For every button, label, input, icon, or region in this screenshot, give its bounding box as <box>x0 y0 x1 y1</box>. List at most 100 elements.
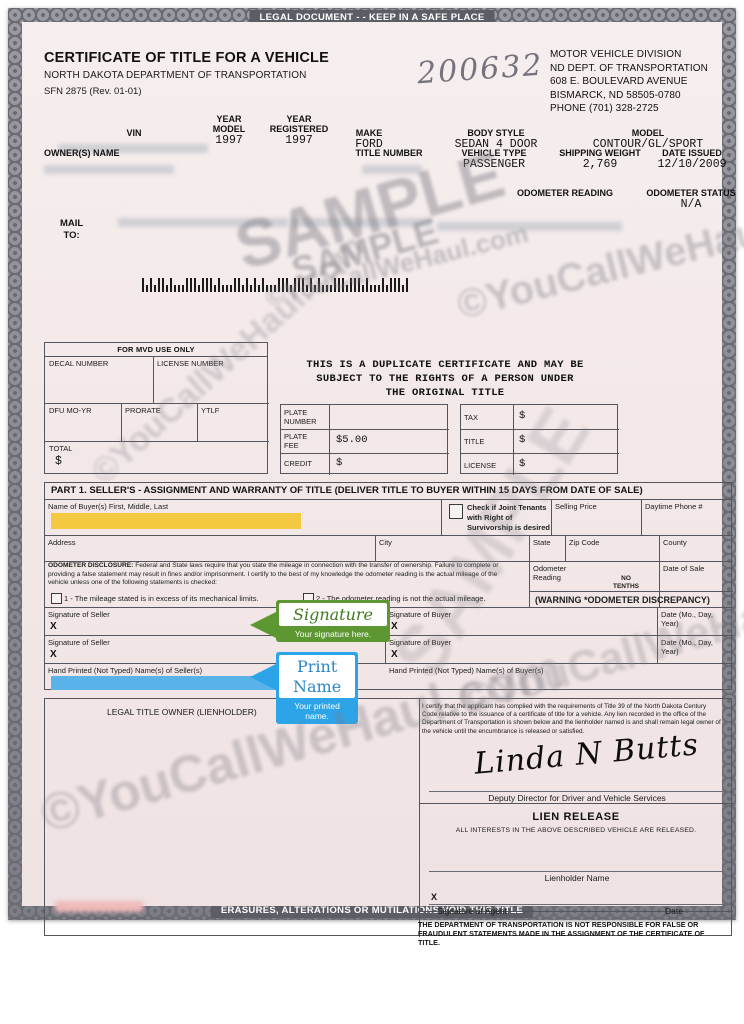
date-of-sale-label: Date of Sale <box>663 564 705 573</box>
credit-value: $ <box>336 457 343 469</box>
tax-label: TAX <box>464 413 479 422</box>
mail-to-line2: TO: <box>63 230 80 241</box>
odometer-disclosure-text: ODOMETER DISCLOSURE: Federal and State l… <box>48 562 518 588</box>
agency-line-1: MOTOR VEHICLE DIVISION <box>550 49 682 60</box>
city-label: City <box>379 538 392 547</box>
make-label: MAKE <box>355 128 383 138</box>
duplicate-certificate-notice: THIS IS A DUPLICATE CERTIFICATE AND MAY … <box>280 358 610 400</box>
bottom-left-number-redacted <box>55 901 143 912</box>
plate-fee-box: PLATE NUMBER PLATE FEE $5.00 CREDIT $ <box>280 404 449 475</box>
shipping-weight-label: SHIPPING WEIGHT <box>559 148 641 158</box>
agent-date-label: Date <box>665 906 683 916</box>
body-style-label: BODY STYLE <box>467 128 525 138</box>
owners-name-label: OWNER(S) NAME <box>44 148 120 158</box>
buyer-signature-x-2: X <box>391 649 398 660</box>
hand-printed-seller-label: Hand Printed (Not Typed) Name(s) of Sell… <box>48 666 203 675</box>
date-issued-label: DATE ISSUED <box>662 148 722 158</box>
odometer-status-value: N/A <box>680 198 702 211</box>
vehicle-type-label: VEHICLE TYPE <box>461 148 527 158</box>
year-model-label-line2: MODEL <box>212 124 246 134</box>
signature-callout-body: Signature Your signature here. <box>276 600 391 642</box>
lien-release-subtitle: ALL INTERESTS IN THE ABOVE DESCRIBED VEH… <box>455 827 697 834</box>
lienholder-name-label: Lienholder Name <box>544 873 610 883</box>
duplicate-notice-line2: SUBJECT TO THE RIGHTS OF A PERSON UNDER <box>316 373 574 385</box>
handwritten-control-number: 200632 <box>415 47 545 92</box>
agent-signature-x: X <box>431 892 438 902</box>
print-name-callout-inner: Print Name <box>279 655 356 698</box>
license-fee-label: LICENSE <box>464 461 497 470</box>
tax-value: $ <box>519 410 526 422</box>
plate-number-label-l2: NUMBER <box>284 417 317 426</box>
print-name-callout-arrow <box>250 664 276 690</box>
tax-title-license-box: TAX $ TITLE $ LICENSE $ <box>460 404 619 475</box>
agency-line-2: ND DEPT. OF TRANSPORTATION <box>550 62 708 74</box>
legal-title-owner-label: LEGAL TITLE OWNER (LIENHOLDER) <box>107 707 257 717</box>
ornate-border: LEGAL DOCUMENT - - KEEP IN A SAFE PLACE … <box>8 8 744 947</box>
lien-release-title: LIEN RELEASE <box>532 811 620 823</box>
print-name-callout-body: Print Name Your printed name. <box>276 652 359 724</box>
signature-of-buyer-label-1: Signature of Buyer <box>389 610 452 619</box>
print-name-callout-title: Print Name <box>293 657 342 696</box>
selling-price-label: Selling Price <box>555 502 597 511</box>
signature-callout-caption: Your signature here. <box>294 629 372 639</box>
fraud-disclaimer: THE DEPARTMENT OF TRANSPORTATION IS NOT … <box>418 920 705 948</box>
no-tenths-l1: NO <box>621 575 631 582</box>
signature-callout-arrow <box>250 612 276 638</box>
odometer-status-label: ODOMETER STATUS <box>646 188 736 198</box>
total-label: TOTAL <box>49 444 73 453</box>
year-registered-value: 1997 <box>285 134 313 147</box>
document-body: CERTIFICATE OF TITLE FOR A VEHICLE NORTH… <box>22 22 744 947</box>
owners-name-value-redacted <box>44 165 174 174</box>
postal-barcode <box>142 274 582 294</box>
odometer-reading-box-label-l1: Odometer <box>533 564 567 573</box>
mvd-use-only-box: FOR MVD USE ONLY DECAL NUMBER LICENSE NU… <box>44 342 269 474</box>
no-tenths-l2: TENTHS <box>613 583 639 590</box>
model-label: MODEL <box>631 128 665 138</box>
address-label: Address <box>48 538 76 547</box>
mvd-box-header: FOR MVD USE ONLY <box>45 343 267 357</box>
title-document-page: LEGAL DOCUMENT - - KEEP IN A SAFE PLACE … <box>0 0 744 1024</box>
signature-of-agent-label: Signature of Agent <box>437 906 507 916</box>
year-registered-label-line1: YEAR <box>286 114 312 124</box>
print-name-callout-caption: Your printed name. <box>294 701 340 721</box>
credit-label: CREDIT <box>284 459 312 468</box>
joint-tenants-line1: Check if Joint Tenants <box>467 503 547 512</box>
page-title: CERTIFICATE OF TITLE FOR A VEHICLE <box>44 50 329 66</box>
agency-address-block: MOTOR VEHICLE DIVISION ND DEPT. OF TRANS… <box>550 48 708 116</box>
date-issued-value: 12/10/2009 <box>657 158 727 171</box>
buyer-name-label: Name of Buyer(s) First, Middle, Last <box>48 502 169 511</box>
license-fee-value: $ <box>519 458 526 470</box>
state-label: State <box>533 538 551 547</box>
buyer-signature-x-1: X <box>391 621 398 632</box>
duplicate-notice-line1: THIS IS A DUPLICATE CERTIFICATE AND MAY … <box>306 359 584 371</box>
plate-number-label-l1: PLATE <box>284 408 308 417</box>
department-subtitle: NORTH DAKOTA DEPARTMENT OF TRANSPORTATIO… <box>44 70 307 81</box>
seller-signature-x-1: X <box>50 621 57 632</box>
agency-line-3: 608 E. BOULEVARD AVENUE <box>550 76 688 87</box>
joint-tenants-line2: with Right of <box>467 513 513 522</box>
decal-number-label: DECAL NUMBER <box>49 359 109 368</box>
hand-printed-buyer-label: Hand Printed (Not Typed) Name(s) of Buye… <box>389 666 544 675</box>
odometer-discrepancy-warning: (WARNING *ODOMETER DISCREPANCY) <box>535 595 710 605</box>
plate-fee-label-l1: PLATE <box>284 432 308 441</box>
odometer-disclosure-bold: ODOMETER DISCLOSURE: <box>48 562 134 569</box>
mail-to-line1: MAIL <box>60 218 84 229</box>
plate-fee-value: $5.00 <box>336 434 368 446</box>
vin-label: VIN <box>126 128 142 138</box>
year-model-label-line1: YEAR <box>216 114 242 124</box>
odometer-reading-label: ODOMETER READING <box>516 188 613 198</box>
license-number-label: LICENSE NUMBER <box>157 359 224 368</box>
county-label: County <box>663 538 687 547</box>
date-label-2: Date (Mo., Day, Year) <box>661 638 713 656</box>
agency-line-4: BISMARCK, ND 58505-0780 <box>550 89 681 101</box>
plate-fee-label-l2: FEE <box>284 441 299 450</box>
form-number: SFN 2875 (Rev. 01-01) <box>44 86 142 97</box>
joint-tenants-checkbox[interactable] <box>449 504 463 519</box>
prorate-label: PRORATE <box>125 406 161 415</box>
vehicle-type-value: PASSENGER <box>462 158 526 171</box>
joint-tenants-line3: Survivorship is desired <box>467 523 550 532</box>
shipping-weight-value: 2,769 <box>582 158 618 171</box>
mail-to-label: MAIL TO: <box>60 218 83 242</box>
odometer-check-1[interactable] <box>51 593 62 604</box>
signature-callout-inner: Signature <box>279 603 388 626</box>
